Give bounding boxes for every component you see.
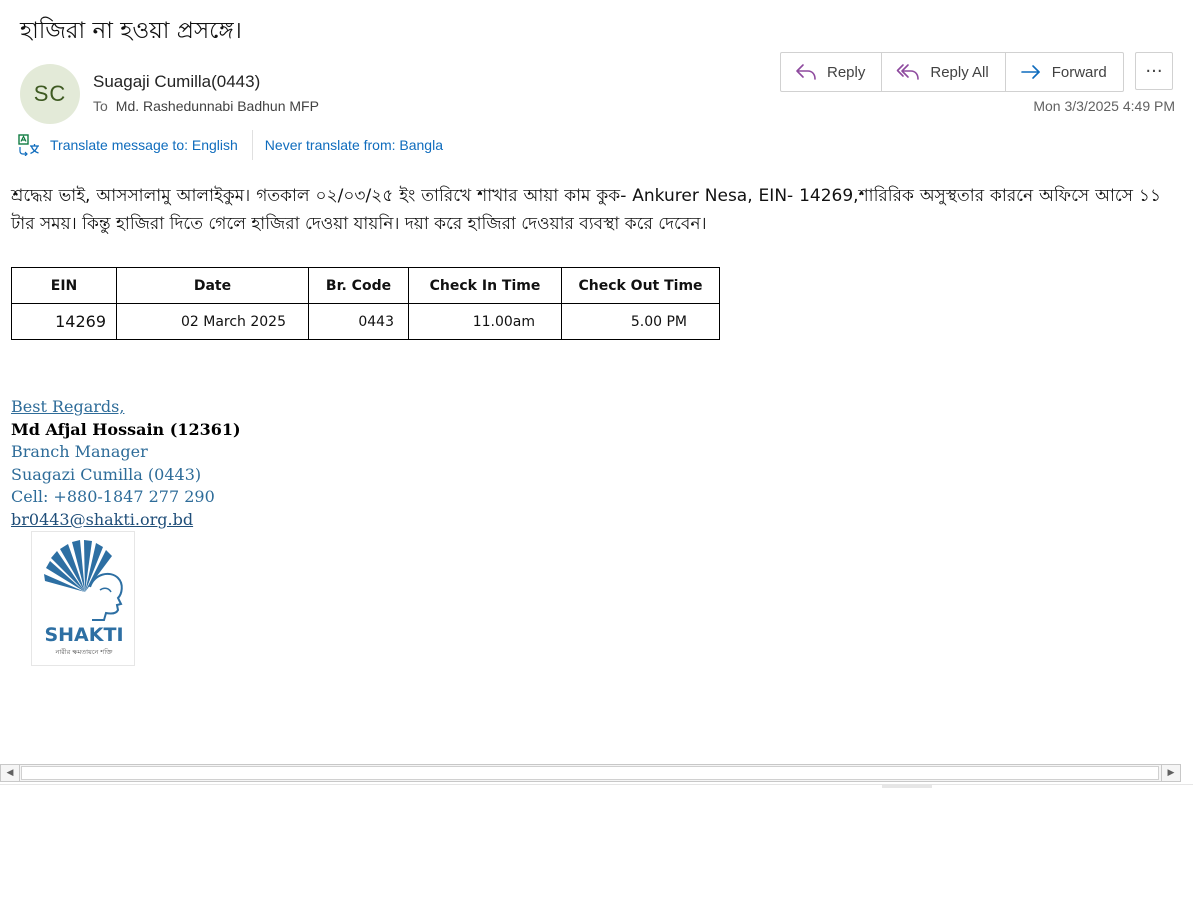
- forward-label: Forward: [1051, 63, 1107, 81]
- column-header-date: Date: [116, 267, 309, 304]
- shakti-logo: SHAKTI নারীর ক্ষমতায়নে শক্তি: [31, 531, 135, 666]
- horizontal-scrollbar[interactable]: ◀ ▶: [0, 764, 1181, 782]
- signature-email-link[interactable]: br0443@shakti.org.bd: [11, 509, 241, 532]
- sender-avatar[interactable]: SC: [20, 64, 80, 124]
- more-actions-button[interactable]: ···: [1135, 52, 1173, 90]
- table-header-row: EIN Date Br. Code Check In Time Check Ou…: [11, 267, 720, 304]
- column-header-check-in: Check In Time: [408, 267, 562, 304]
- to-label: To: [93, 98, 108, 114]
- scroll-right-arrow-icon[interactable]: ▶: [1161, 765, 1180, 781]
- message-body-paragraph: শ্রদ্ধেয় ভাই, আসসালামু আলাইকুম। গতকাল ০…: [11, 186, 1161, 234]
- recipient-name[interactable]: Md. Rashedunnabi Badhun MFP: [116, 98, 319, 114]
- signature-name: Md Afjal Hossain (12361): [11, 419, 241, 439]
- recipient-line: To Md. Rashedunnabi Badhun MFP: [93, 98, 319, 114]
- reply-all-icon: [897, 64, 920, 80]
- signature-regards: Best Regards,: [11, 397, 125, 416]
- reply-button[interactable]: Reply: [781, 53, 883, 91]
- never-translate-link[interactable]: Never translate from: Bangla: [265, 137, 443, 153]
- splitter-handle[interactable]: [882, 785, 932, 788]
- table-row: 14269 02 March 2025 0443 11.00am 5.00 PM: [11, 303, 720, 340]
- message-timestamp: Mon 3/3/2025 4:49 PM: [1033, 98, 1175, 114]
- logo-tagline: নারীর ক্ষমতায়নে শক্তি: [55, 647, 114, 656]
- scroll-left-arrow-icon[interactable]: ◀: [1, 765, 20, 781]
- translate-to-english-link[interactable]: Translate message to: English: [50, 137, 238, 153]
- sender-name[interactable]: Suagaji Cumilla(0443): [93, 72, 260, 92]
- signature-branch: Suagazi Cumilla (0443): [11, 464, 202, 484]
- column-header-ein: EIN: [11, 267, 117, 304]
- email-subject: হাজিরা না হওয়া প্রসঙ্গে।: [20, 18, 242, 44]
- email-signature: Best Regards, Md Afjal Hossain (12361) B…: [11, 396, 241, 531]
- attendance-table: EIN Date Br. Code Check In Time Check Ou…: [11, 267, 720, 340]
- signature-cell: Cell: +880-1847 277 290: [11, 487, 215, 506]
- logo-wordmark: SHAKTI: [44, 624, 123, 646]
- more-icon: ···: [1145, 60, 1163, 82]
- reply-all-button[interactable]: Reply All: [882, 53, 1006, 91]
- cell-ein: 14269: [11, 303, 117, 340]
- reply-icon: [796, 64, 816, 80]
- reply-all-label: Reply All: [930, 63, 989, 81]
- cell-date: 02 March 2025: [116, 303, 309, 340]
- translate-divider: [251, 130, 253, 160]
- forward-button[interactable]: Forward: [1006, 53, 1123, 91]
- reply-label: Reply: [827, 63, 866, 81]
- scrollbar-thumb[interactable]: [21, 766, 1159, 780]
- forward-arrow-icon: [1020, 65, 1040, 79]
- reading-pane-divider: [0, 784, 1193, 785]
- signature-title: Branch Manager: [11, 442, 148, 461]
- translate-bar: Translate message to: English Never tran…: [18, 130, 443, 160]
- translate-icon: [18, 134, 40, 156]
- column-header-check-out: Check Out Time: [561, 267, 720, 304]
- cell-check-in: 11.00am: [408, 303, 562, 340]
- cell-branch-code: 0443: [308, 303, 409, 340]
- message-actions: Reply Reply All Forward: [780, 52, 1124, 92]
- cell-check-out: 5.00 PM: [561, 303, 720, 340]
- column-header-branch-code: Br. Code: [308, 267, 409, 304]
